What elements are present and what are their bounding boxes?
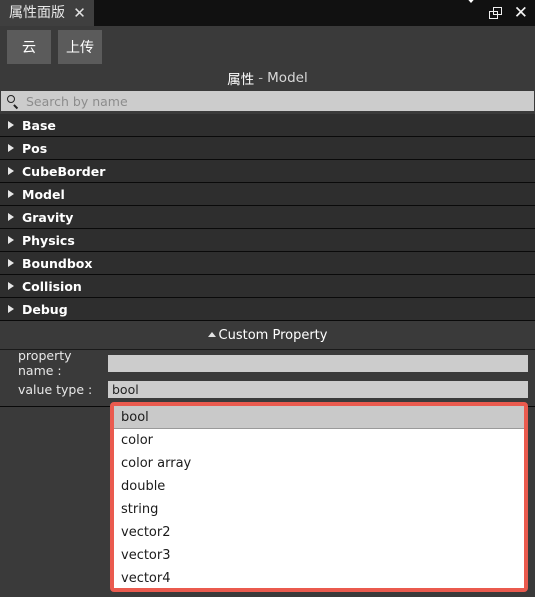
caret-right-icon (8, 259, 14, 267)
caret-right-icon (8, 213, 14, 221)
title-bar-controls: ✕ (463, 0, 535, 26)
value-type-row: value type : (0, 376, 535, 402)
dropdown-option-vector2[interactable]: vector2 (114, 521, 524, 544)
title-bar-spacer (94, 0, 464, 26)
caret-up-icon (207, 331, 216, 337)
dropdown-option-color[interactable]: color (114, 429, 524, 452)
property-sections: Base Pos CubeBorder Model Gravity Physic… (0, 114, 535, 321)
section-label: Model (22, 186, 65, 202)
caret-right-icon (8, 282, 14, 290)
section-debug[interactable]: Debug (0, 298, 535, 321)
section-boundbox[interactable]: Boundbox (0, 252, 535, 275)
section-label: CubeBorder (22, 163, 106, 179)
section-label: Physics (22, 232, 75, 248)
property-name-input[interactable] (108, 354, 528, 372)
restore-window-icon[interactable] (488, 6, 503, 20)
toolbar: 云 上传 (0, 26, 535, 67)
tab-close-icon[interactable]: ✕ (73, 5, 86, 21)
caret-right-icon (8, 190, 14, 198)
property-name-row: property name : (0, 348, 535, 378)
section-label: Base (22, 117, 56, 133)
section-physics[interactable]: Physics (0, 229, 535, 252)
tab-label: 属性面版 (9, 5, 65, 21)
dropdown-option-vector3[interactable]: vector3 (114, 544, 524, 567)
cloud-button[interactable]: 云 (7, 29, 51, 64)
search-icon (7, 94, 20, 109)
section-collision[interactable]: Collision (0, 275, 535, 298)
dropdown-option-double[interactable]: double (114, 475, 524, 498)
search-row[interactable] (1, 91, 534, 111)
section-label: Boundbox (22, 255, 93, 271)
panel-title-dash: - (258, 70, 264, 86)
custom-property-header-label: Custom Property (218, 327, 328, 343)
custom-property-header[interactable]: Custom Property (0, 321, 535, 350)
close-icon[interactable]: ✕ (514, 4, 528, 21)
section-gravity[interactable]: Gravity (0, 206, 535, 229)
upload-button[interactable]: 上传 (58, 29, 102, 64)
property-name-label: property name : (18, 348, 72, 378)
panel-title-cn: 属性 (227, 72, 255, 88)
value-type-label: value type : (18, 381, 93, 397)
section-pos[interactable]: Pos (0, 137, 535, 160)
tab-properties-panel[interactable]: 属性面版 ✕ (0, 0, 94, 26)
section-label: Pos (22, 140, 48, 156)
section-model[interactable]: Model (0, 183, 535, 206)
caret-right-icon (8, 144, 14, 152)
dropdown-option-color-array[interactable]: color array (114, 452, 524, 475)
search-bar (0, 89, 535, 114)
section-label: Gravity (22, 209, 74, 225)
dropdown-option-string[interactable]: string (114, 498, 524, 521)
search-input[interactable] (26, 93, 534, 109)
section-cubeborder[interactable]: CubeBorder (0, 160, 535, 183)
section-label: Debug (22, 301, 68, 317)
caret-right-icon (8, 121, 14, 129)
title-bar: 属性面版 ✕ ✕ (0, 0, 535, 26)
section-base[interactable]: Base (0, 114, 535, 137)
chevron-down-icon[interactable] (463, 0, 478, 22)
dropdown-option-bool[interactable]: bool (114, 406, 524, 429)
value-type-dropdown[interactable]: bool color color array double string vec… (110, 402, 528, 592)
caret-right-icon (8, 305, 14, 313)
dropdown-option-vector4[interactable]: vector4 (114, 567, 524, 588)
panel-title: 属性 - Model (0, 67, 535, 89)
section-label: Collision (22, 278, 82, 294)
caret-right-icon (8, 236, 14, 244)
panel-title-en: Model (267, 70, 308, 86)
caret-right-icon (8, 167, 14, 175)
value-type-select[interactable] (108, 380, 528, 398)
